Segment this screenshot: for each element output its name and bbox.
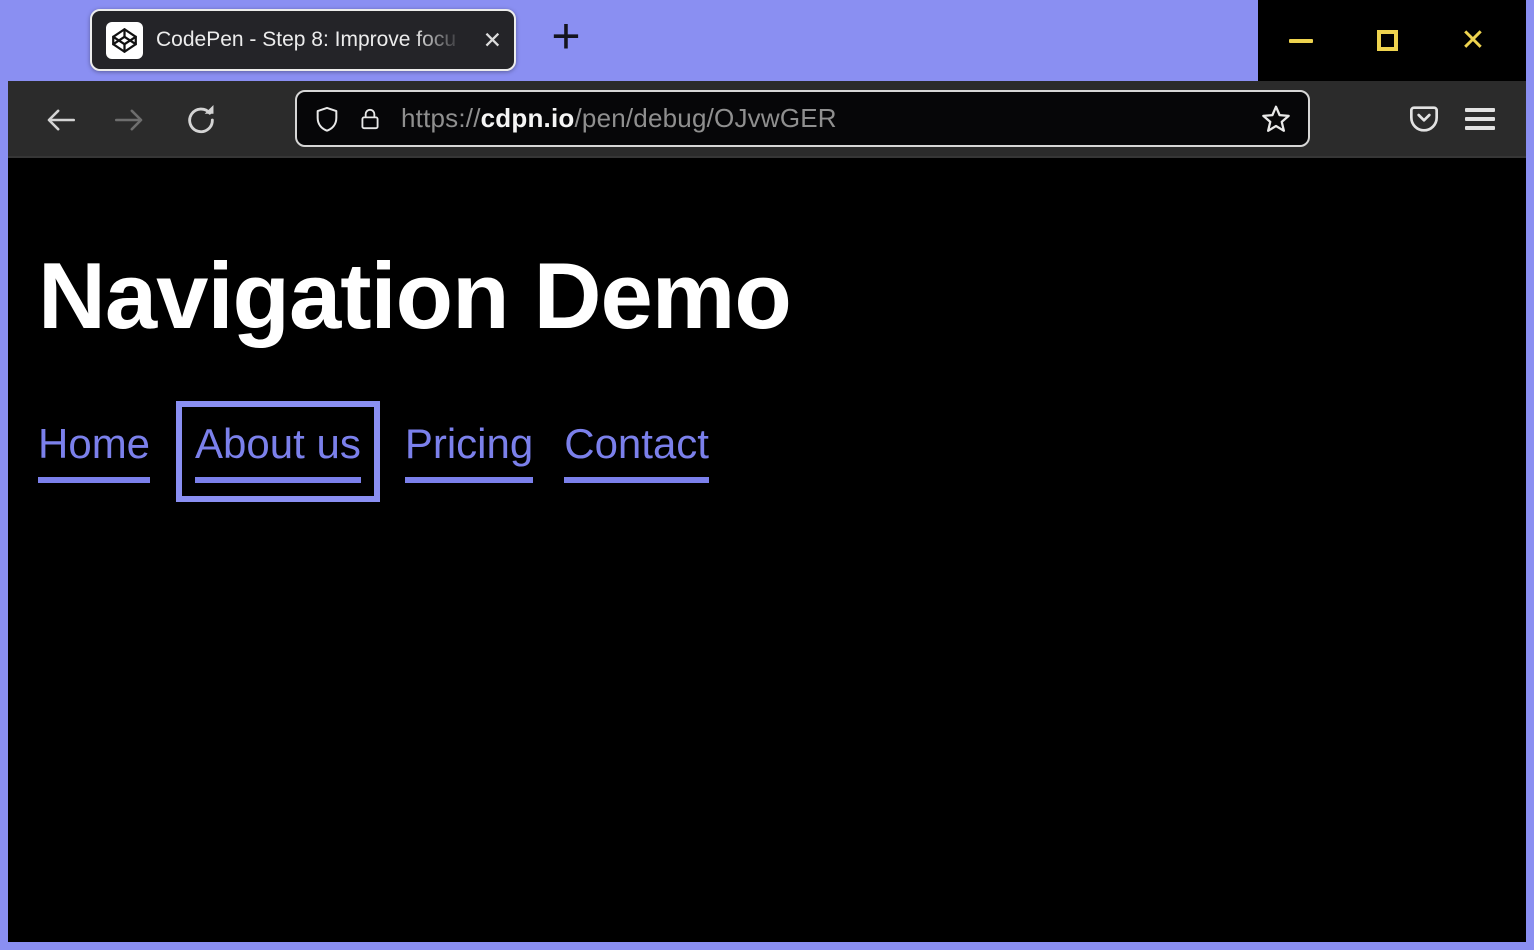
- close-icon: ✕: [1460, 26, 1485, 56]
- close-button[interactable]: ✕: [1430, 0, 1516, 81]
- address-bar[interactable]: https://cdpn.io/pen/debug/OJvwGER: [295, 90, 1310, 147]
- browser-tab[interactable]: CodePen - Step 8: Improve focu ✕: [90, 9, 516, 71]
- forward-arrow-icon: [112, 103, 146, 137]
- tab-strip: CodePen - Step 8: Improve focu ✕ + ✕: [8, 0, 1526, 81]
- browser-toolbar: https://cdpn.io/pen/debug/OJvwGER: [8, 81, 1526, 158]
- pocket-icon: [1408, 103, 1440, 135]
- hamburger-icon: [1465, 108, 1495, 112]
- url-text[interactable]: https://cdpn.io/pen/debug/OJvwGER: [401, 103, 837, 134]
- nav-link-pricing[interactable]: Pricing: [405, 420, 533, 483]
- bookmark-star-icon[interactable]: [1260, 103, 1292, 135]
- nav-link-contact[interactable]: Contact: [564, 420, 709, 483]
- maximize-icon: [1377, 30, 1398, 51]
- maximize-button[interactable]: [1344, 0, 1430, 81]
- url-domain: cdpn.io: [481, 103, 575, 133]
- nav-link-home[interactable]: Home: [38, 420, 150, 483]
- url-scheme: https://: [401, 103, 481, 133]
- page-content: Navigation Demo Home About us Pricing Conta…: [8, 158, 1526, 942]
- lock-icon[interactable]: [357, 104, 383, 134]
- nav-link-about-us[interactable]: About us: [195, 420, 361, 483]
- minimize-icon: [1289, 39, 1313, 43]
- pocket-button[interactable]: [1408, 103, 1440, 135]
- codepen-favicon-icon: [106, 22, 143, 59]
- back-arrow-icon: [44, 103, 78, 137]
- minimize-button[interactable]: [1258, 0, 1344, 81]
- window-controls: ✕: [1258, 0, 1526, 81]
- app-menu-button[interactable]: [1464, 103, 1496, 135]
- browser-window: CodePen - Step 8: Improve focu ✕ + ✕: [0, 0, 1534, 950]
- page-title: Navigation Demo: [38, 242, 1526, 350]
- reload-icon: [184, 103, 218, 137]
- forward-button[interactable]: [106, 97, 152, 143]
- reload-button[interactable]: [178, 97, 224, 143]
- tab-title: CodePen - Step 8: Improve focu: [156, 28, 470, 52]
- back-button[interactable]: [38, 97, 84, 143]
- tab-close-icon[interactable]: ✕: [483, 29, 502, 52]
- new-tab-button[interactable]: +: [540, 7, 592, 69]
- tracking-shield-icon[interactable]: [313, 104, 341, 134]
- site-navigation: Home About us Pricing Contact: [38, 420, 1526, 483]
- url-path: /pen/debug/OJvwGER: [574, 103, 836, 133]
